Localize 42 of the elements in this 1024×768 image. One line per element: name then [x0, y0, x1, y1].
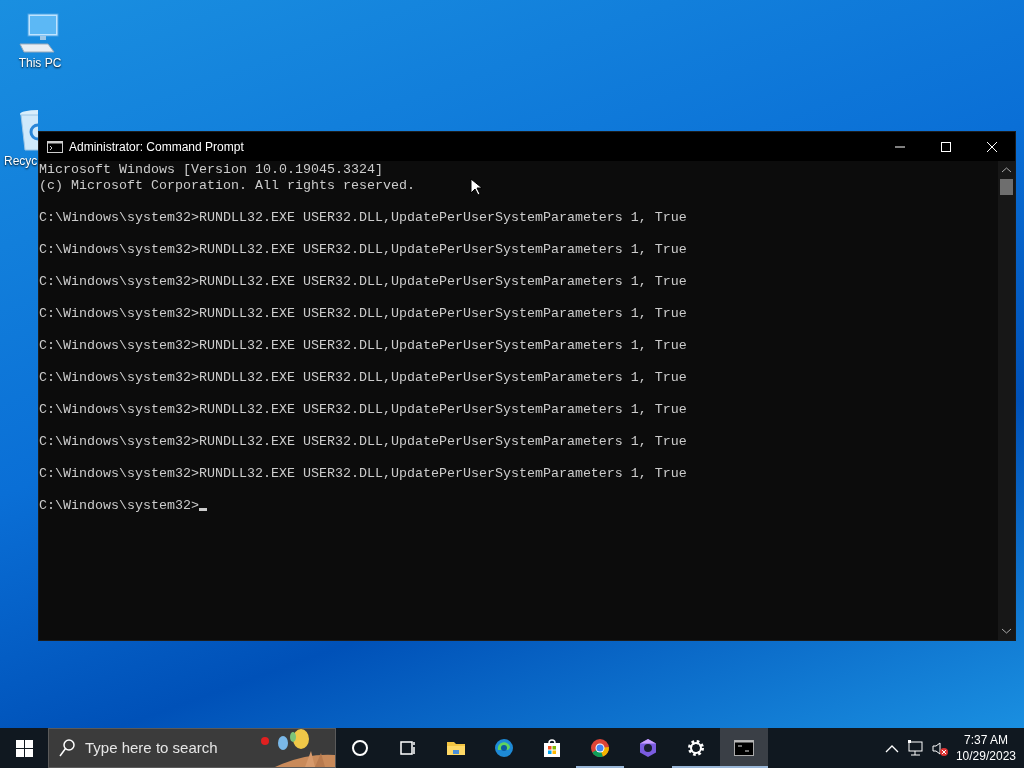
console-line: Microsoft Windows [Version 10.0.19045.3324] [39, 162, 383, 177]
clock-time[interactable]: 7:37 AM [955, 732, 1016, 748]
icon-label[interactable]: Recyc [4, 152, 38, 170]
console-command: C:\Windows\system32>RUNDLL32.EXE USER32.DLL,UpdatePerUserSystemParameters 1, True [39, 306, 687, 321]
terminal-icon [47, 140, 63, 153]
console-command: C:\Windows\system32>RUNDLL32.EXE USER32.DLL,UpdatePerUserSystemParameters 1, True [39, 210, 687, 225]
mouse-cursor-icon [470, 178, 482, 196]
scroll-thumb[interactable] [1000, 179, 1013, 195]
recycle-bin-icon [18, 108, 38, 152]
console-command: C:\Windows\system32>RUNDLL32.EXE USER32.DLL,UpdatePerUserSystemParameters 1, True [39, 370, 687, 385]
search-box[interactable]: Type here to search [48, 728, 336, 768]
store-icon [542, 738, 562, 758]
scroll-up-icon[interactable] [1002, 167, 1011, 173]
cortana-icon [350, 738, 370, 758]
speaker-muted-icon[interactable] [930, 739, 949, 757]
console-command: C:\Windows\system32>RUNDLL32.EXE USER32.DLL,UpdatePerUserSystemParameters 1, True [39, 402, 687, 417]
network-icon[interactable] [906, 739, 925, 757]
windows-logo-icon [15, 739, 33, 757]
console-line: (c) Microsoft Corporation. All rights reserved. [39, 178, 415, 193]
search-field[interactable]: Type here to search [83, 735, 263, 761]
settings-icon [686, 738, 706, 758]
search-icon [59, 739, 75, 757]
console-command: C:\Windows\system32>RUNDLL32.EXE USER32.DLL,UpdatePerUserSystemParameters 1, True [39, 434, 687, 449]
scroll-down-icon[interactable] [1002, 628, 1011, 634]
console-command: C:\Windows\system32>RUNDLL32.EXE USER32.DLL,UpdatePerUserSystemParameters 1, True [39, 338, 687, 353]
browser-icon [494, 738, 514, 758]
console-command: C:\Windows\system32>RUNDLL32.EXE USER32.DLL,UpdatePerUserSystemParameters 1, True [39, 274, 687, 289]
console-command: C:\Windows\system32>RUNDLL32.EXE USER32.DLL,UpdatePerUserSystemParameters 1, True [39, 242, 687, 257]
maximize-icon [941, 141, 951, 152]
close-icon [987, 141, 997, 152]
console-command: C:\Windows\system32> [39, 498, 199, 513]
window-title: Administrator: Command Prompt [69, 138, 244, 156]
scrollbar[interactable] [998, 161, 1015, 640]
terminal-icon [734, 738, 754, 758]
console-command: C:\Windows\system32>RUNDLL32.EXE USER32.DLL,UpdatePerUserSystemParameters 1, True [39, 466, 687, 481]
icon-label[interactable]: This PC [18, 54, 62, 72]
computer-icon [18, 12, 62, 54]
chrome-icon [590, 738, 610, 758]
taskbar-app-button[interactable] [720, 728, 768, 768]
hexagon-icon [638, 738, 658, 758]
task-view-icon [398, 738, 418, 758]
clock-date[interactable]: 10/29/2023 [955, 748, 1016, 764]
